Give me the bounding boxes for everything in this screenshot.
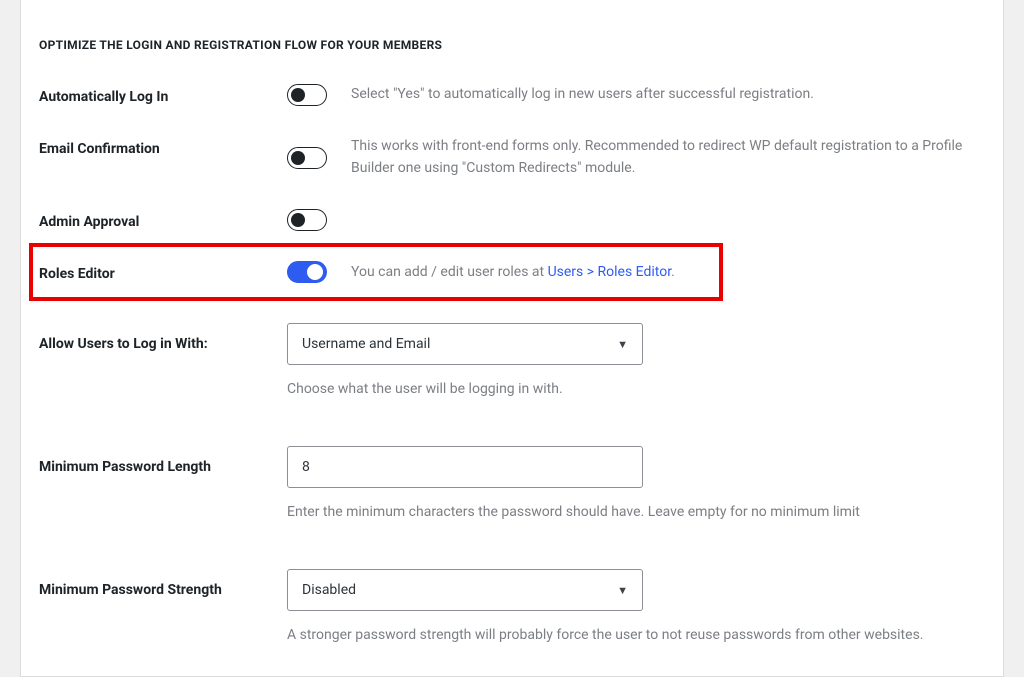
label-col: Roles Editor <box>39 261 287 282</box>
control-col: Enter the minimum characters the passwor… <box>287 446 985 551</box>
toggle-knob <box>291 213 305 227</box>
label-col: Admin Approval <box>39 209 287 230</box>
login-with-select[interactable]: Username and Email ▼ <box>287 323 643 365</box>
toggle-knob <box>307 264 323 280</box>
row-email-confirm: Email Confirmation This works with front… <box>39 136 985 179</box>
row-login-with: Allow Users to Log in With: Username and… <box>39 323 985 428</box>
control-line <box>287 209 985 231</box>
row-roles-editor: Roles Editor You can add / edit user rol… <box>39 261 985 283</box>
chevron-down-icon: ▼ <box>617 584 628 597</box>
roles-editor-desc: You can add / edit user roles at Users >… <box>351 262 675 284</box>
label-col: Allow Users to Log in With: <box>39 323 287 352</box>
login-with-label: Allow Users to Log in With: <box>39 336 208 352</box>
admin-approval-label: Admin Approval <box>39 214 139 230</box>
control-col: This works with front-end forms only. Re… <box>287 136 985 179</box>
min-pwd-length-input[interactable] <box>287 446 643 488</box>
control-col: Username and Email ▼ Choose what the use… <box>287 323 985 428</box>
email-confirm-label: Email Confirmation <box>39 141 160 157</box>
min-pwd-strength-select[interactable]: Disabled ▼ <box>287 569 643 611</box>
row-auto-login: Automatically Log In Select "Yes" to aut… <box>39 84 985 106</box>
min-pwd-length-label: Minimum Password Length <box>39 459 211 475</box>
min-pwd-strength-help: A stronger password strength will probab… <box>287 625 985 646</box>
auto-login-desc: Select "Yes" to automatically log in new… <box>351 84 814 106</box>
roles-editor-label: Roles Editor <box>39 266 115 282</box>
row-min-pwd-strength: Minimum Password Strength Disabled ▼ A s… <box>39 569 985 646</box>
control-col <box>287 209 985 231</box>
row-admin-approval: Admin Approval <box>39 209 985 231</box>
email-confirm-toggle[interactable] <box>287 147 327 169</box>
login-with-selected: Username and Email <box>302 336 430 352</box>
chevron-down-icon: ▼ <box>617 338 628 351</box>
toggle-knob <box>291 151 305 165</box>
email-confirm-desc: This works with front-end forms only. Re… <box>351 136 985 179</box>
control-line: You can add / edit user roles at Users >… <box>287 261 985 283</box>
control-col: You can add / edit user roles at Users >… <box>287 261 985 283</box>
control-line: This works with front-end forms only. Re… <box>287 136 985 179</box>
label-col: Automatically Log In <box>39 84 287 105</box>
min-pwd-strength-selected: Disabled <box>302 582 356 598</box>
section-heading: OPTIMIZE THE LOGIN AND REGISTRATION FLOW… <box>39 38 985 52</box>
roles-editor-link[interactable]: Users > Roles Editor <box>548 264 672 280</box>
min-pwd-length-help: Enter the minimum characters the passwor… <box>287 502 985 523</box>
roles-editor-desc-prefix: You can add / edit user roles at <box>351 264 548 280</box>
roles-editor-toggle[interactable] <box>287 261 327 283</box>
row-min-pwd-length: Minimum Password Length Enter the minimu… <box>39 446 985 551</box>
roles-editor-desc-suffix: . <box>671 264 675 280</box>
label-col: Minimum Password Length <box>39 446 287 475</box>
auto-login-label: Automatically Log In <box>39 89 168 105</box>
settings-panel: OPTIMIZE THE LOGIN AND REGISTRATION FLOW… <box>20 0 1004 677</box>
auto-login-toggle[interactable] <box>287 84 327 106</box>
toggle-knob <box>291 88 305 102</box>
label-col: Minimum Password Strength <box>39 569 287 598</box>
control-line: Select "Yes" to automatically log in new… <box>287 84 985 106</box>
admin-approval-toggle[interactable] <box>287 209 327 231</box>
control-col: Select "Yes" to automatically log in new… <box>287 84 985 106</box>
min-pwd-strength-label: Minimum Password Strength <box>39 582 222 598</box>
login-with-help: Choose what the user will be logging in … <box>287 379 985 400</box>
control-col: Disabled ▼ A stronger password strength … <box>287 569 985 646</box>
label-col: Email Confirmation <box>39 136 287 157</box>
